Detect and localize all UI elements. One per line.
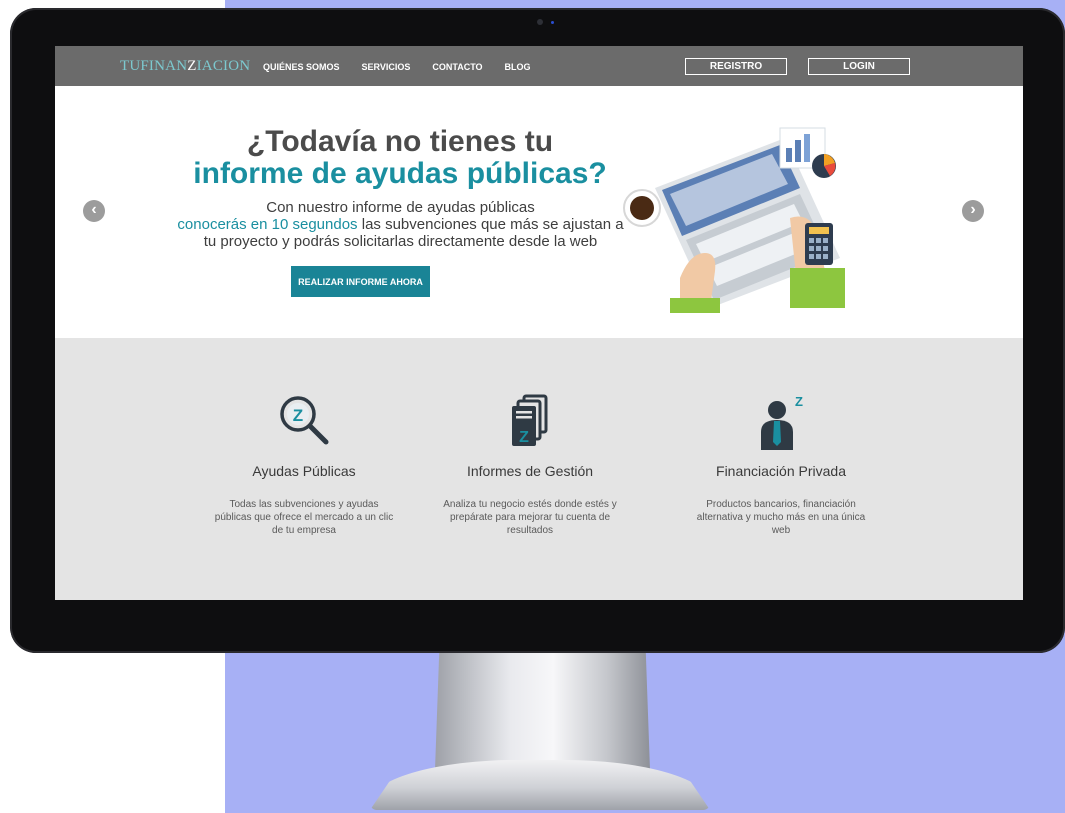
website-screen: TUFINANZIACION QUIÉNES SOMOS SERVICIOS C… [55,46,1023,600]
hero-slider: ‹ › ¿Todavía no tienes tu informe de ayu… [55,86,1023,338]
businessman-z-icon: Z [761,394,803,450]
hero-desc-rest: las subvenciones que más se ajustan a [357,216,624,233]
nav-link-blog[interactable]: BLOG [505,62,531,72]
brand-logo[interactable]: TUFINANZIACION [120,58,250,75]
hero-desc-highlight: conocerás en 10 segundos [177,216,358,233]
documents-z-icon: Z [512,394,548,446]
register-button[interactable]: REGISTRO [685,58,787,75]
feature-title: Informes de Gestión [466,463,594,479]
slider-next-button[interactable]: › [962,200,984,222]
hero-description: Con nuestro informe de ayudas públicas c… [143,199,658,250]
hero-title-line-2: informe de ayudas públicas? [193,157,607,190]
feature-description: Productos bancarios, financiación altern… [696,499,866,536]
monitor-stand-neck [435,650,650,770]
apple-logo-icon [527,612,551,636]
svg-text:Z: Z [519,429,529,446]
feature-description: Todas las subvenciones y ayudas públicas… [214,499,394,536]
brand-z: Z [187,58,197,74]
svg-text:Z: Z [795,394,803,409]
feature-title: Ayudas Públicas [252,463,356,479]
hero-desc-line-3: tu proyecto y podrás solicitarlas direct… [203,233,598,250]
hero-desc-line-1: Con nuestro informe de ayudas públicas [266,199,535,216]
top-navigation: TUFINANZIACION QUIÉNES SOMOS SERVICIOS C… [55,46,1023,86]
brand-prefix: TUFINAN [120,58,188,74]
login-button[interactable]: LOGIN [808,58,910,75]
nav-link-contacto[interactable]: CONTACTO [432,62,482,72]
camera-icon [537,19,543,25]
feature-description: Analiza tu negocio estés donde estés y p… [443,499,617,536]
magnifier-z-icon: Z [280,396,329,445]
camera-led [551,21,554,24]
laptop-illustration [623,127,845,313]
svg-text:Z: Z [293,406,303,425]
brand-suffix: IACION [196,58,251,74]
nav-link-quienes-somos[interactable]: QUIÉNES SOMOS [263,62,340,72]
realizar-informe-button[interactable]: REALIZAR INFORME AHORA [291,266,430,297]
features-section: Z Ayudas Públicas Todas las subvenciones… [55,338,1023,600]
hero-desc-line-2: conocerás en 10 segundos las subvencione… [143,216,658,233]
nav-link-servicios[interactable]: SERVICIOS [362,62,411,72]
hero-title-line-1: ¿Todavía no tienes tu [246,125,554,158]
slider-prev-button[interactable]: ‹ [83,200,105,222]
nav-links: QUIÉNES SOMOS SERVICIOS CONTACTO BLOG [263,62,553,72]
feature-title: Financiación Privada [716,463,846,479]
